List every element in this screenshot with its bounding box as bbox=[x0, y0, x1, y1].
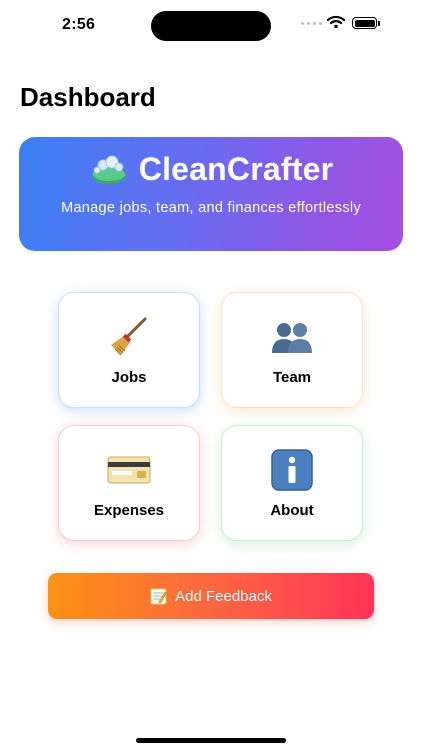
home-indicator[interactable] bbox=[136, 738, 286, 743]
banner-subtitle: Manage jobs, team, and finances effortle… bbox=[61, 200, 361, 216]
info-icon bbox=[270, 449, 314, 491]
about-card-label: About bbox=[270, 502, 314, 519]
banner-header: CleanCrafter bbox=[19, 151, 403, 188]
battery-tip bbox=[378, 21, 380, 26]
memo-icon bbox=[150, 588, 168, 604]
status-bar: 2:56 bbox=[0, 0, 422, 54]
people-icon bbox=[270, 317, 314, 357]
add-feedback-label: Add Feedback bbox=[175, 587, 272, 605]
jobs-card-label: Jobs bbox=[111, 369, 147, 386]
banner-title: CleanCrafter bbox=[138, 151, 334, 187]
expenses-card[interactable]: Expenses bbox=[58, 425, 200, 541]
dynamic-island bbox=[151, 11, 271, 41]
app-banner: CleanCrafter Manage jobs, team, and fina… bbox=[19, 137, 403, 251]
team-card[interactable]: Team bbox=[221, 292, 363, 408]
team-card-label: Team bbox=[272, 369, 312, 386]
broom-icon bbox=[107, 317, 151, 357]
status-time: 2:56 bbox=[62, 16, 96, 33]
battery-icon bbox=[352, 17, 377, 29]
about-card[interactable]: About bbox=[221, 425, 363, 541]
cellular-signal-icon bbox=[301, 22, 322, 25]
credit-card-icon bbox=[107, 450, 151, 490]
expenses-card-label: Expenses bbox=[93, 502, 165, 519]
jobs-card[interactable]: Jobs bbox=[58, 292, 200, 408]
wifi-icon bbox=[327, 15, 345, 29]
page-title: Dashboard bbox=[20, 82, 156, 112]
soap-bubbles-icon bbox=[91, 155, 126, 184]
add-feedback-button[interactable]: Add Feedback bbox=[48, 573, 374, 619]
